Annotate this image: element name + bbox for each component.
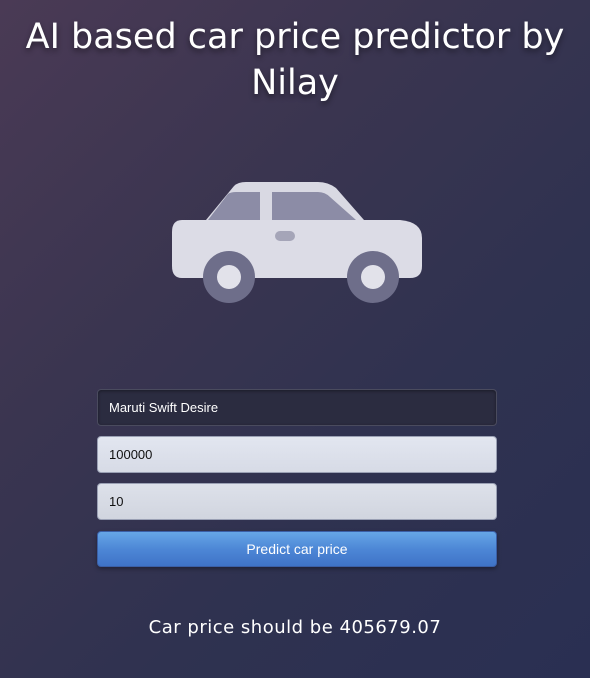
years-used-input[interactable] [97, 483, 497, 520]
car-icon [172, 182, 422, 303]
predict-button[interactable]: Predict car price [97, 531, 497, 567]
page-title: AI based car price predictor by Nilay [25, 17, 565, 103]
car-hub-rear [217, 265, 241, 289]
car-name-input[interactable] [97, 389, 497, 426]
car-door-handle [275, 231, 295, 241]
predicted-price-text: Car price should be 405679.07 [148, 617, 442, 638]
kms-driven-input[interactable] [97, 436, 497, 473]
car-window-front [208, 192, 260, 220]
car-hub-front [361, 265, 385, 289]
